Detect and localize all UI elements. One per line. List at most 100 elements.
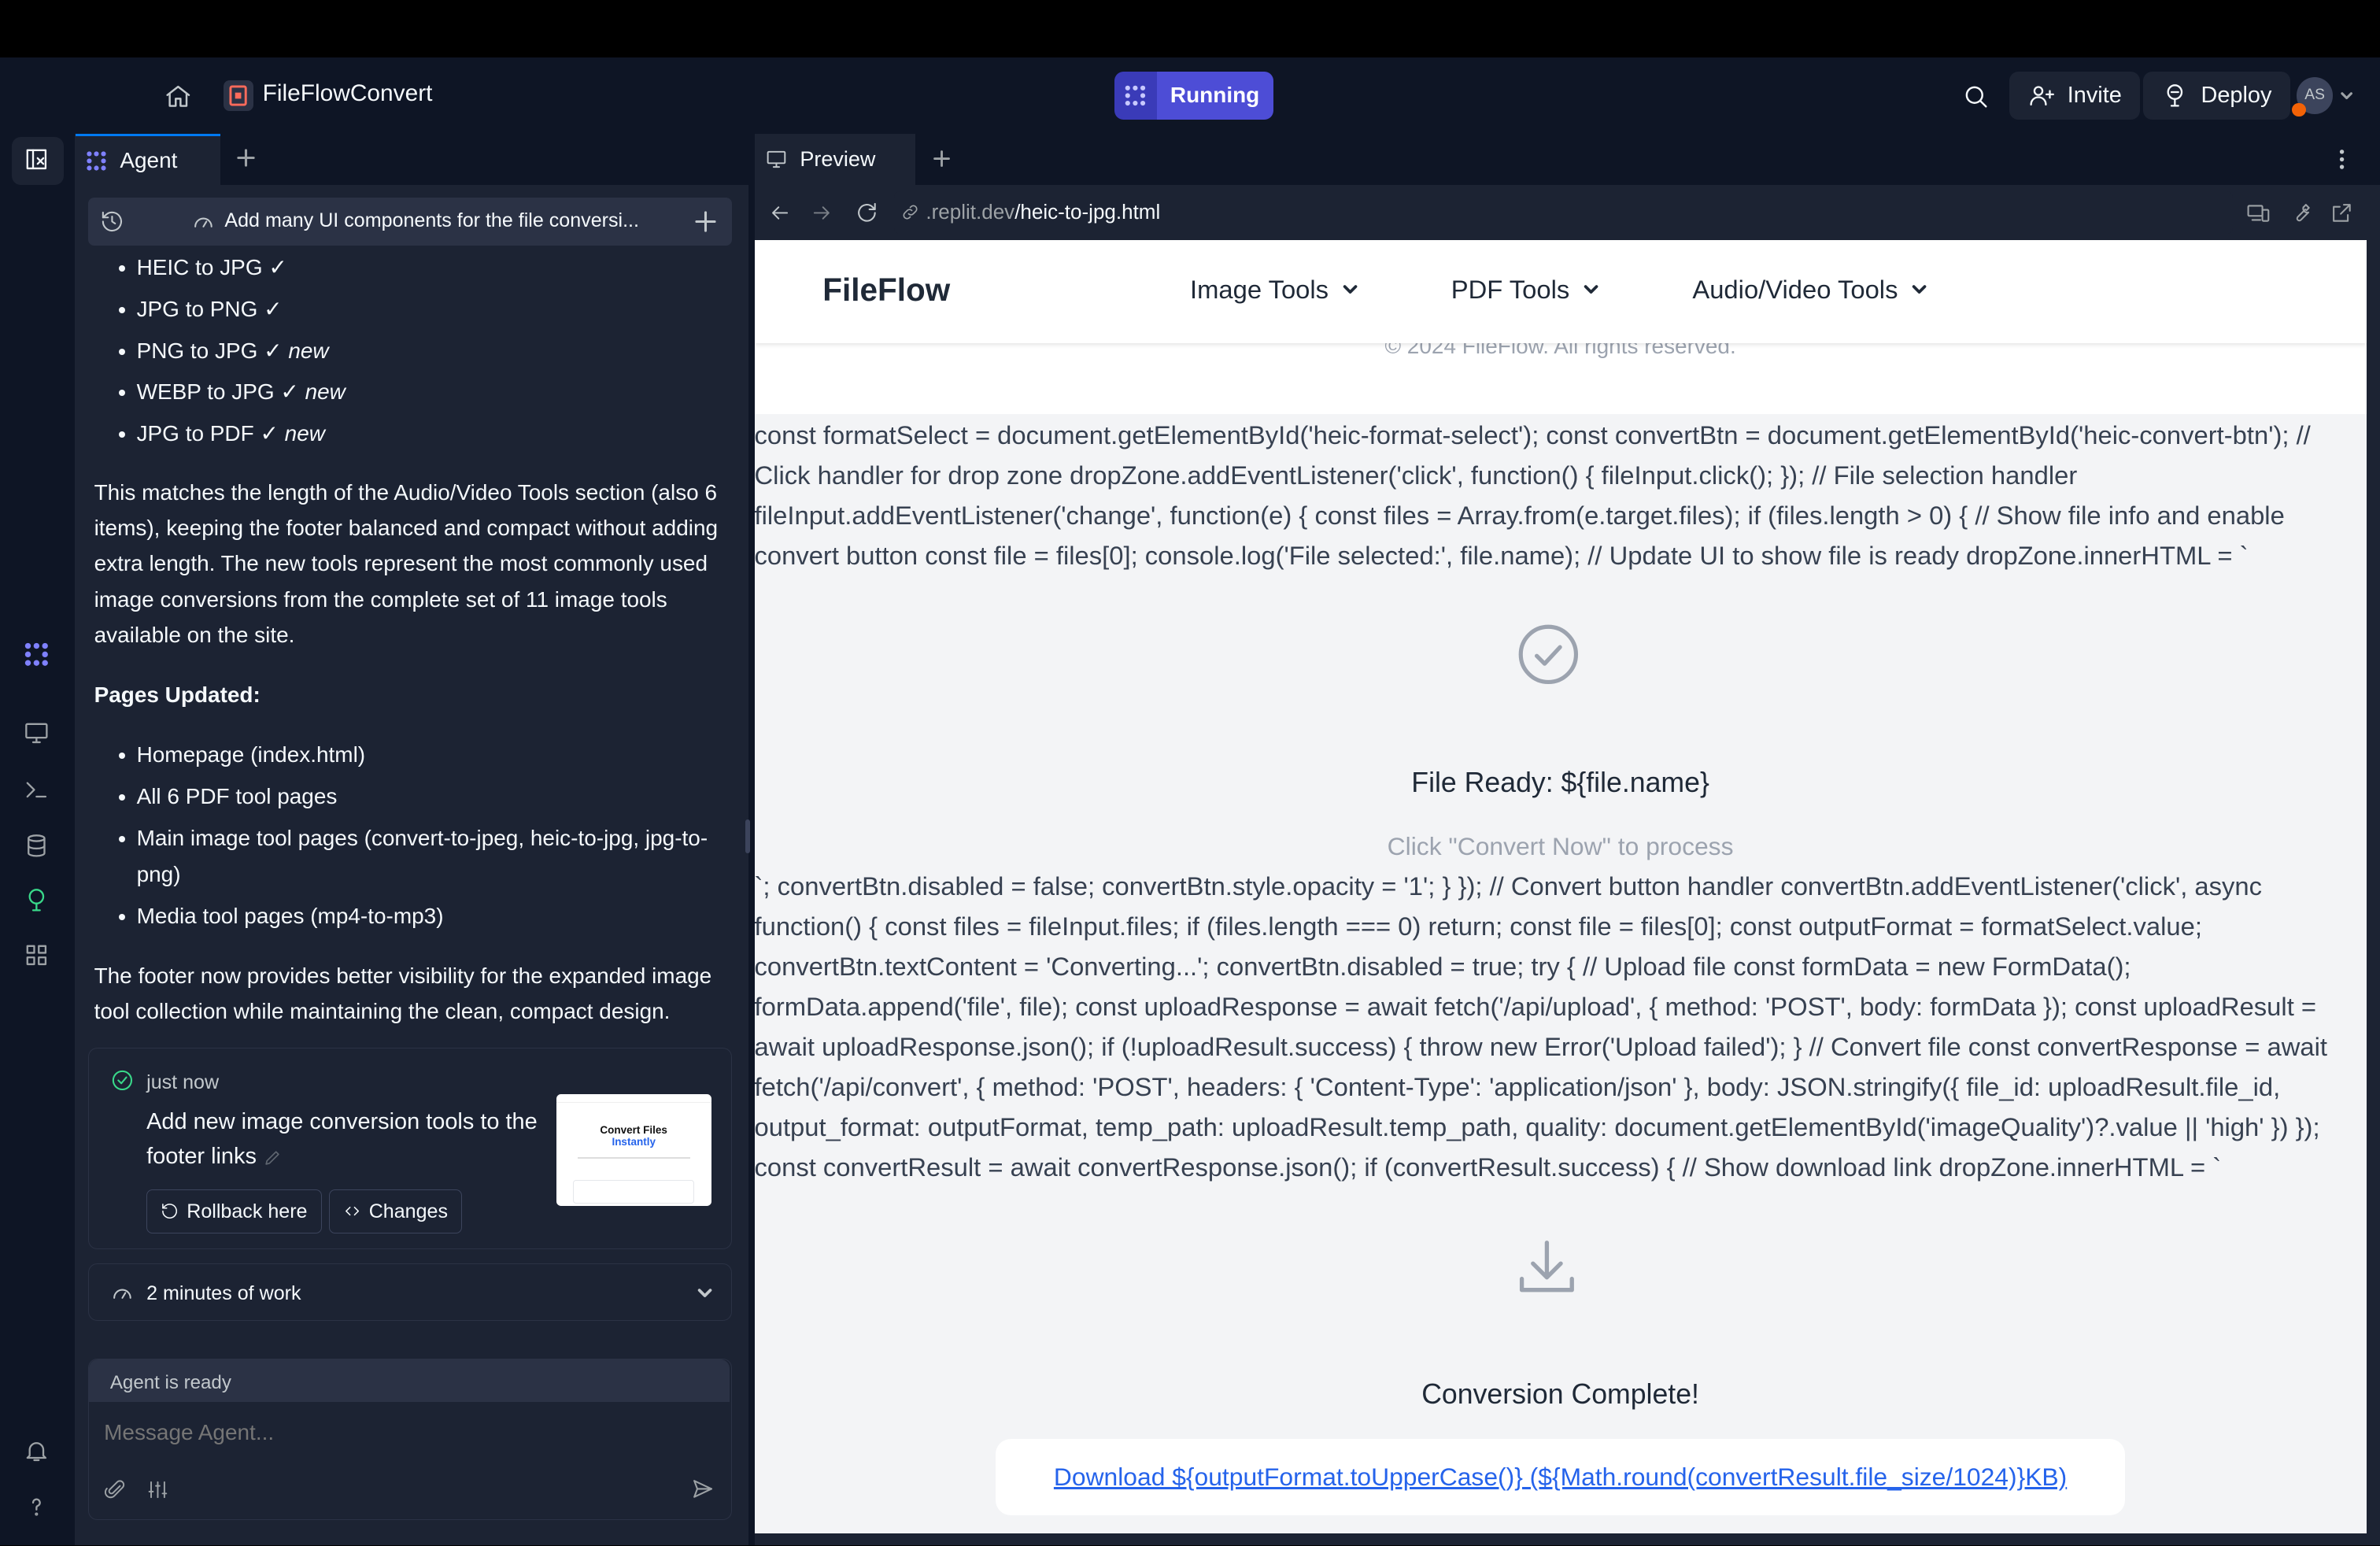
preview-edge — [2366, 239, 2380, 1546]
pages-updated-list: Homepage (index.html) All 6 PDF tool pag… — [94, 737, 717, 934]
site-logo[interactable]: FileFlow — [822, 272, 950, 309]
devices-icon[interactable] — [2246, 201, 2271, 225]
search-icon[interactable] — [1961, 82, 1990, 111]
download-link[interactable]: Download ${outputFormat.toUpperCase()} (… — [1054, 1463, 2067, 1492]
chevron-down-icon[interactable] — [2339, 88, 2354, 103]
devtools-wrench-icon[interactable] — [2289, 201, 2313, 225]
deployments-icon[interactable] — [23, 886, 54, 917]
check-circle-icon — [1513, 620, 1584, 690]
nav-label: PDF Tools — [1451, 275, 1570, 305]
code-text-block-2: `; convertBtn.disabled = false; convertB… — [754, 871, 2328, 1182]
nav-audio-video-tools[interactable]: Audio/Video Tools — [1692, 275, 1928, 305]
shell-icon[interactable] — [23, 776, 54, 807]
deploy-icon — [2167, 84, 2183, 107]
preview-bottom-edge — [754, 1533, 2380, 1546]
list-item: WEBP to JPG ✓ new — [137, 372, 732, 413]
agent-tabbar: Agent — [76, 133, 748, 186]
agent-status: Agent is ready — [109, 1371, 231, 1393]
rollback-label: Rollback here — [187, 1200, 308, 1222]
rollback-button[interactable]: Rollback here — [146, 1189, 322, 1233]
tab-preview-label: Preview — [800, 146, 876, 171]
list-item: JPG to PNG ✓ — [137, 289, 732, 331]
left-rail — [0, 133, 76, 1546]
nav-pdf-tools[interactable]: PDF Tools — [1451, 275, 1600, 305]
back-arrow-icon[interactable] — [768, 202, 791, 224]
database-icon[interactable] — [23, 832, 54, 863]
url-field[interactable]: .replit.dev/heic-to-jpg.html — [893, 190, 2233, 234]
composer: Agent is ready — [87, 1359, 732, 1520]
thumb-title: Convert Files — [600, 1124, 667, 1137]
thread-title[interactable]: Add many UI components for the file conv… — [224, 209, 639, 232]
all-tools-icon[interactable] — [23, 941, 54, 972]
changes-button[interactable]: Changes — [328, 1189, 463, 1233]
edit-icon[interactable] — [263, 1148, 283, 1167]
thumb-subtitle: Instantly — [612, 1136, 656, 1148]
new-tab-icon[interactable] — [235, 147, 257, 168]
agent-icon[interactable] — [23, 641, 54, 671]
nav-image-tools[interactable]: Image Tools — [1190, 275, 1359, 305]
open-external-icon[interactable] — [2330, 201, 2354, 225]
tab-agent[interactable]: Agent — [76, 133, 220, 186]
work-summary[interactable]: 2 minutes of work — [87, 1263, 732, 1321]
forward-arrow-icon[interactable] — [811, 202, 833, 224]
conversion-complete-title: Conversion Complete! — [1421, 1378, 1699, 1411]
preview-tabbar: Preview — [754, 133, 2380, 186]
file-ready-hint: Click "Convert Now" to process — [1387, 831, 1734, 860]
pages-updated-heading: Pages Updated: — [94, 682, 261, 708]
download-box: Download ${outputFormat.toUpperCase()} (… — [996, 1439, 2126, 1515]
deploy-label: Deploy — [2201, 82, 2272, 108]
more-options-icon[interactable] — [2333, 147, 2351, 177]
history-icon[interactable] — [100, 209, 124, 234]
chevron-down-icon — [1343, 285, 1357, 294]
run-button[interactable]: Running — [1114, 71, 1273, 120]
window-top-bar — [0, 0, 2380, 58]
alerts-icon[interactable] — [23, 1437, 54, 1468]
agent-icon — [87, 150, 106, 171]
run-status: Running — [1156, 71, 1273, 120]
chevron-down-icon[interactable] — [696, 1284, 714, 1302]
webpage-viewport: FileFlow Image Tools PDF Tools Audio/Vid… — [754, 239, 2367, 1533]
summary-paragraph: This matches the length of the Audio/Vid… — [94, 479, 719, 647]
chevron-down-icon — [1584, 285, 1598, 294]
run-logo-icon — [1114, 71, 1157, 120]
new-chat-icon[interactable] — [695, 211, 716, 232]
send-icon[interactable] — [690, 1477, 715, 1501]
chevron-down-icon — [1912, 285, 1927, 294]
url-bar: .replit.dev/heic-to-jpg.html — [754, 185, 2380, 240]
project-name[interactable]: FileFlowConvert — [263, 80, 433, 107]
list-item: Media tool pages (mp4-to-mp3) — [137, 898, 717, 934]
checkpoint-time: just now — [146, 1071, 220, 1093]
check-circle-icon — [110, 1068, 135, 1093]
list-item: Main image tool pages (convert-to-jpeg, … — [137, 820, 717, 892]
list-item: All 6 PDF tool pages — [137, 779, 717, 814]
list-item: HEIC to JPG ✓ — [137, 247, 732, 289]
file-tree-icon[interactable] — [23, 146, 54, 176]
new-tab-icon[interactable] — [932, 149, 952, 168]
file-ready-title: File Ready: ${file.name} — [1411, 766, 1709, 798]
help-icon[interactable] — [23, 1492, 54, 1523]
progress-icon — [110, 1281, 135, 1305]
deploy-button[interactable]: Deploy — [2143, 71, 2290, 120]
nav-label: Audio/Video Tools — [1692, 275, 1898, 305]
home-icon[interactable] — [164, 82, 193, 111]
project-icon — [223, 80, 254, 111]
monitor-icon — [767, 150, 786, 168]
checkpoint-thumbnail[interactable]: Convert Files Instantly — [556, 1093, 711, 1207]
url-path: /heic-to-jpg.html — [1014, 200, 1161, 224]
code-icon — [345, 1207, 359, 1216]
notification-dot — [2292, 103, 2306, 117]
work-summary-label: 2 minutes of work — [146, 1282, 301, 1304]
message-input[interactable] — [104, 1414, 711, 1451]
attach-icon[interactable] — [104, 1478, 127, 1501]
preview-monitor-icon[interactable] — [23, 719, 54, 750]
reload-icon[interactable] — [855, 201, 879, 225]
agent-panel: Agent Add many UI components for the fil… — [76, 133, 748, 1546]
settings-sliders-icon[interactable] — [146, 1478, 169, 1501]
history-icon — [162, 1204, 178, 1219]
tab-preview[interactable]: Preview — [754, 133, 915, 186]
resize-handle[interactable] — [745, 819, 750, 853]
list-item: PNG to JPG ✓ new — [137, 331, 732, 372]
invite-button[interactable]: Invite — [2009, 71, 2140, 120]
checklist: HEIC to JPG ✓ JPG to PNG ✓ PNG to JPG ✓ … — [94, 247, 732, 454]
changes-label: Changes — [368, 1200, 449, 1222]
